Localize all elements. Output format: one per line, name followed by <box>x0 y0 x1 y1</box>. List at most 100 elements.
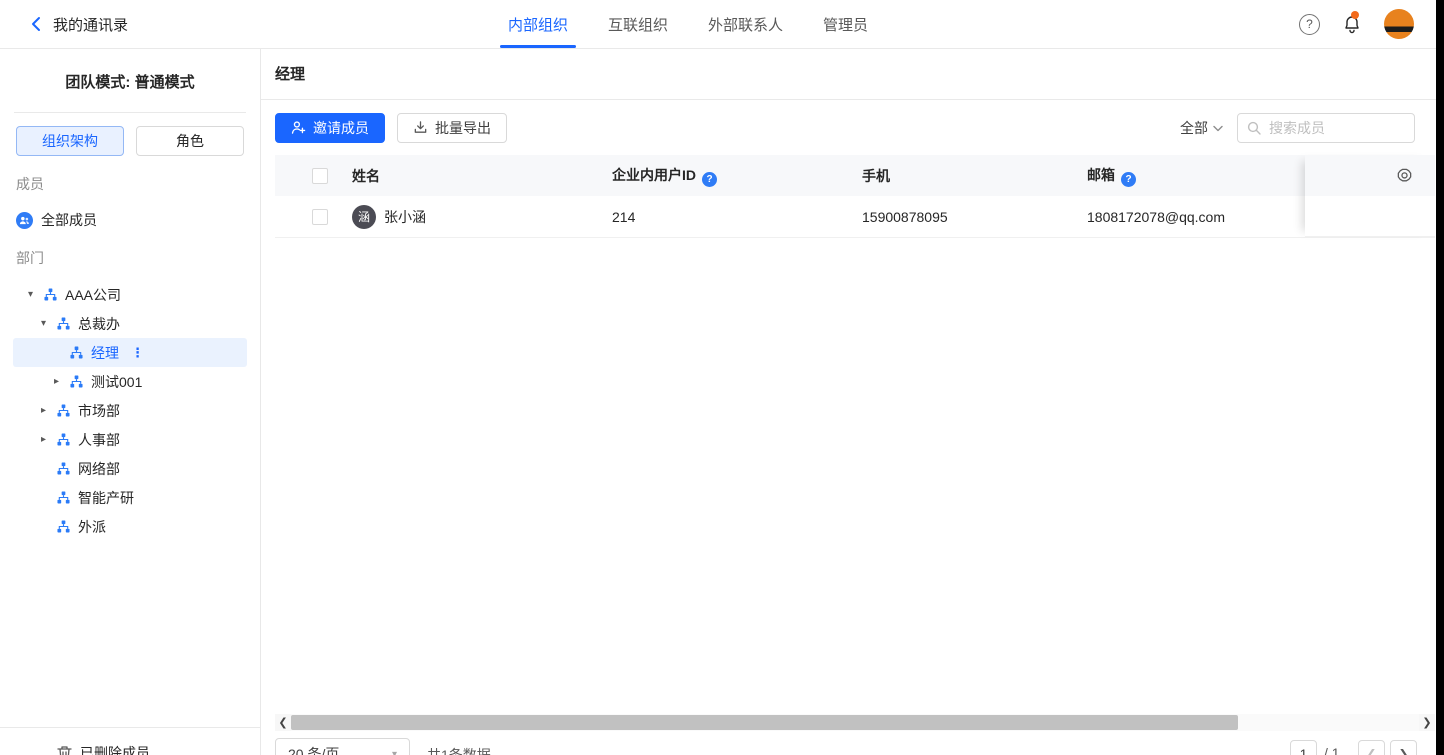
tree-item-label: 经理 <box>91 343 119 363</box>
content-header: 经理 <box>261 48 1444 100</box>
org-chart-icon <box>70 375 84 389</box>
next-page-button[interactable]: ❯ <box>1390 740 1417 755</box>
search-input[interactable] <box>1267 119 1405 137</box>
tree-expand-arrow-icon[interactable]: ▾ <box>28 289 44 300</box>
sidebar-divider <box>14 112 246 113</box>
members-table: 姓名 企业内用户ID? 手机 邮箱? 涵 张小涵 214 15900878095… <box>275 155 1435 238</box>
scroll-right-arrow[interactable]: ❯ <box>1419 714 1435 731</box>
filter-dropdown[interactable]: 全部 <box>1180 113 1223 143</box>
team-mode-label: 团队模式: 普通模式 <box>0 71 260 92</box>
tree-item-0[interactable]: ▾AAA公司 <box>13 280 247 309</box>
deleted-members-button[interactable]: 已删除成员 <box>57 743 150 755</box>
topbar-tabs: 内部组织 互联组织外部联系人管理员 <box>488 0 888 48</box>
invite-member-button[interactable]: 邀请成员 <box>275 113 385 143</box>
notification-bell-icon[interactable] <box>1342 13 1362 35</box>
row-checkbox[interactable] <box>312 209 328 225</box>
tree-item-label: 测试001 <box>91 372 142 392</box>
deleted-members-label: 已删除成员 <box>80 743 150 755</box>
tree-item-8[interactable]: 外派 <box>13 512 247 541</box>
tree-item-label: 总裁办 <box>78 314 120 334</box>
tree-item-label: 智能产研 <box>78 488 134 508</box>
filter-dropdown-value: 全部 <box>1180 118 1208 138</box>
table-row[interactable]: 涵 张小涵 214 15900878095 1808172078@qq.com <box>275 196 1435 238</box>
tab-label: 内部组织 <box>508 14 568 35</box>
back-chevron-icon <box>30 16 41 32</box>
download-icon <box>413 120 428 135</box>
current-page-input[interactable]: 1 <box>1290 740 1317 755</box>
tree-item-3[interactable]: ▸ 测试001 <box>13 367 247 396</box>
row-checkbox-cell <box>275 209 352 225</box>
tree-item-label: 市场部 <box>78 401 120 421</box>
view-switch: 组织架构角色 <box>16 126 244 156</box>
user-id-help-icon[interactable]: ? <box>702 172 717 187</box>
batch-export-button[interactable]: 批量导出 <box>397 113 507 143</box>
tree-item-5[interactable]: ▸人事部 <box>13 425 247 454</box>
trash-icon <box>57 745 72 755</box>
org-chart-icon <box>57 462 71 476</box>
tree-expand-arrow-icon[interactable]: ▾ <box>41 318 57 329</box>
tree-item-7[interactable]: 智能产研 <box>13 483 247 512</box>
tree-expand-arrow-icon[interactable]: ▸ <box>41 405 57 416</box>
view-button-1[interactable]: 角色 <box>136 126 244 156</box>
back-button[interactable]: 我的通讯录 <box>30 0 128 48</box>
tree-expand-arrow-icon[interactable]: ▸ <box>41 434 57 445</box>
tree-item-4[interactable]: ▸ 市场部 <box>13 396 247 425</box>
toolbar: 邀请成员 批量导出 全部 <box>261 100 1444 155</box>
horizontal-scrollbar: ❮ ❯ <box>275 714 1435 731</box>
help-icon[interactable]: ? <box>1299 14 1320 35</box>
org-chart-icon <box>57 433 71 447</box>
tree-item-2[interactable]: 经理 ⋮ <box>13 338 247 367</box>
batch-export-label: 批量导出 <box>435 118 491 138</box>
sidebar-item-all-members[interactable]: 全部成员 <box>16 210 260 230</box>
topbar-tab-1[interactable]: 互联组织 <box>588 0 688 48</box>
topbar: 我的通讯录 内部组织 互联组织外部联系人管理员 ? <box>0 0 1444 49</box>
search-box <box>1237 113 1415 143</box>
user-avatar[interactable] <box>1384 9 1414 39</box>
topbar-actions: ? <box>1299 0 1414 48</box>
total-pages-label: / 1 <box>1324 745 1340 755</box>
topbar-tab-3[interactable]: 管理员 <box>803 0 888 48</box>
header-name: 姓名 <box>352 166 612 186</box>
org-chart-icon <box>70 346 84 360</box>
tab-label: 管理员 <box>823 14 868 35</box>
table-header-row: 姓名 企业内用户ID? 手机 邮箱? <box>275 155 1435 196</box>
members-section-label: 成员 <box>16 174 260 194</box>
add-person-icon <box>291 120 306 135</box>
more-options-icon[interactable]: ⋮ <box>131 345 144 361</box>
screen-edge-strip <box>1436 0 1444 755</box>
table-fixed-action-column <box>1305 155 1435 237</box>
topbar-tab-0[interactable]: 内部组织 <box>488 0 588 48</box>
header-checkbox-cell <box>275 168 352 184</box>
tree-item-1[interactable]: ▾ 总裁办 <box>13 309 247 338</box>
view-button-0[interactable]: 组织架构 <box>16 126 124 156</box>
sidebar-bottom-divider <box>0 727 260 728</box>
email-help-icon[interactable]: ? <box>1121 172 1136 187</box>
org-chart-icon <box>57 520 71 534</box>
tree-expand-arrow-icon[interactable]: ▸ <box>54 376 70 387</box>
select-all-checkbox[interactable] <box>312 168 328 184</box>
all-members-icon <box>16 212 33 229</box>
chevron-down-icon <box>1213 125 1223 132</box>
chevron-down-icon: ▾ <box>392 749 397 755</box>
department-title: 经理 <box>275 63 305 84</box>
tree-item-label: 网络部 <box>78 459 120 479</box>
row-action-cell <box>1305 196 1435 237</box>
page-size-select[interactable]: 20 条/页 ▾ <box>275 738 410 755</box>
org-chart-icon <box>57 317 71 331</box>
scroll-left-arrow[interactable]: ❮ <box>275 714 291 731</box>
sidebar: 团队模式: 普通模式 组织架构角色 成员 全部成员 部门 ▾AAA公司▾总裁办经… <box>0 48 261 755</box>
scrollbar-track[interactable] <box>291 714 1419 731</box>
tree-item-label: 外派 <box>78 517 106 537</box>
header-phone: 手机 <box>862 166 1087 186</box>
topbar-tab-2[interactable]: 外部联系人 <box>688 0 803 48</box>
column-settings-gear-icon[interactable] <box>1396 167 1413 184</box>
scrollbar-thumb[interactable] <box>291 715 1238 730</box>
page-title: 我的通讯录 <box>53 14 128 35</box>
tab-label: 互联组织 <box>608 14 668 35</box>
org-chart-icon <box>57 404 71 418</box>
tree-item-6[interactable]: 网络部 <box>13 454 247 483</box>
prev-page-button[interactable]: ❮ <box>1358 740 1385 755</box>
all-members-label: 全部成员 <box>41 210 97 230</box>
member-avatar: 涵 <box>352 205 376 229</box>
member-name: 张小涵 <box>384 207 426 227</box>
